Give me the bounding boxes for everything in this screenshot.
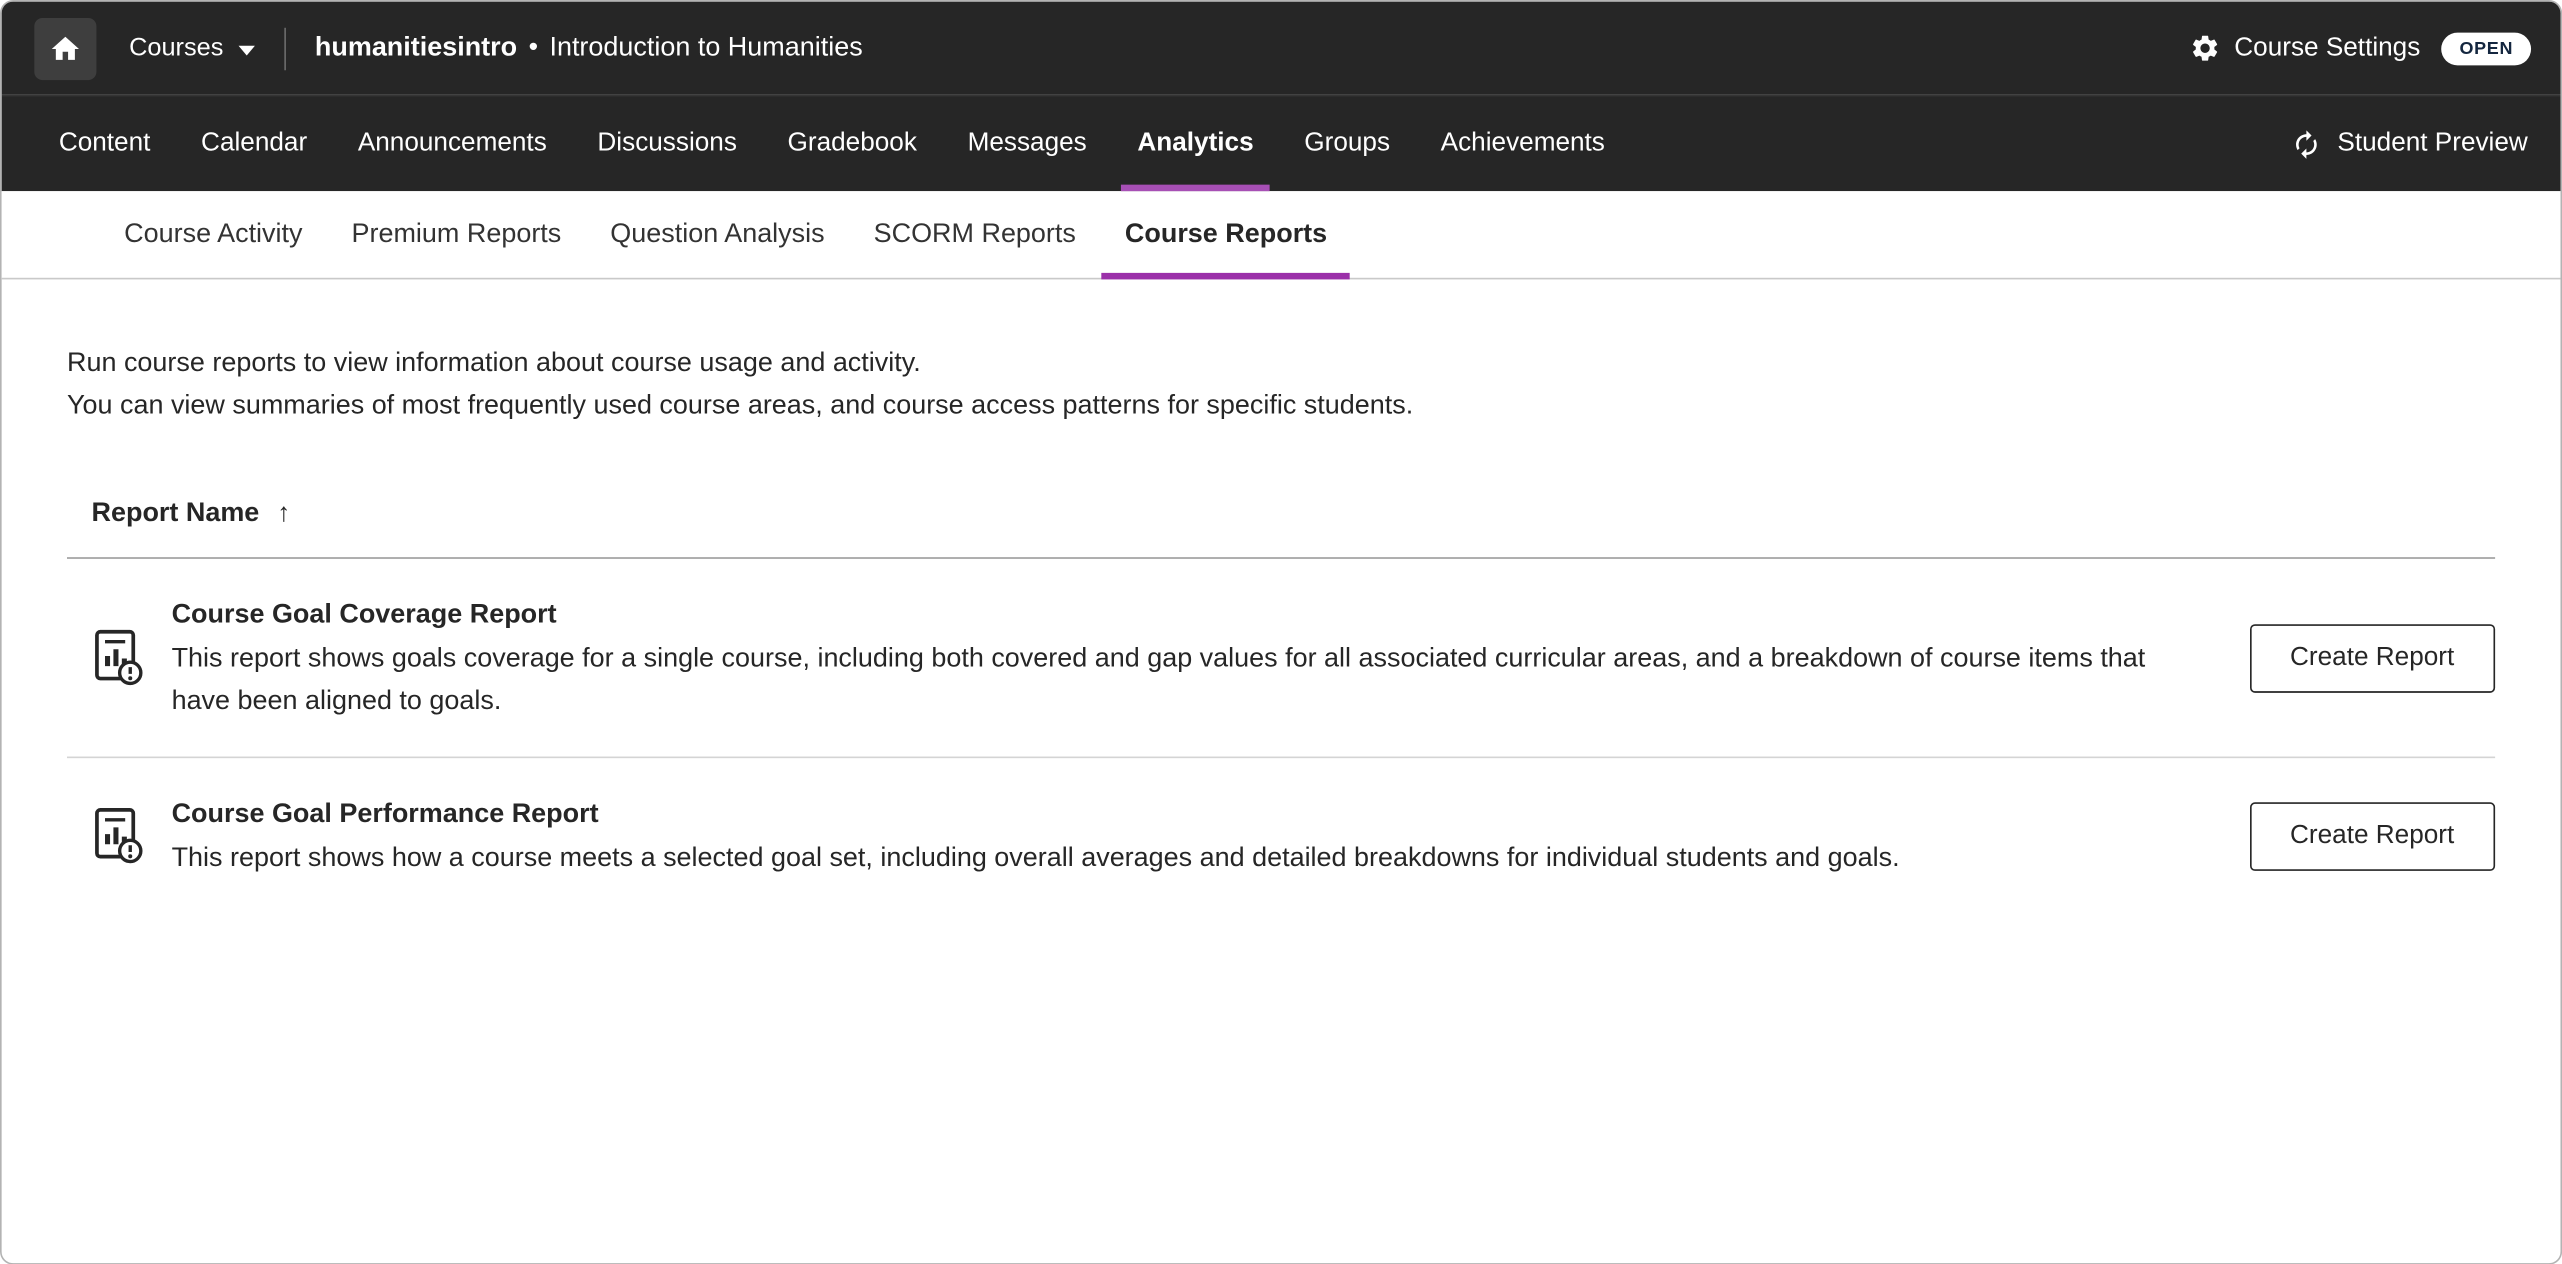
report-info: Course Goal Coverage Report This report …: [172, 593, 2250, 722]
tab-achievements[interactable]: Achievements: [1441, 96, 1605, 191]
courses-label: Courses: [129, 33, 223, 62]
report-description: This report shows how a course meets a s…: [172, 837, 2194, 879]
course-settings-link[interactable]: Course Settings: [2190, 33, 2420, 64]
report-title: Course Goal Coverage Report: [172, 593, 2194, 635]
home-button[interactable]: [34, 17, 96, 79]
subtab-course-activity[interactable]: Course Activity: [124, 191, 302, 278]
create-report-button[interactable]: Create Report: [2249, 623, 2495, 692]
tab-gradebook[interactable]: Gradebook: [788, 96, 917, 191]
subtab-scorm-reports[interactable]: SCORM Reports: [874, 191, 1076, 278]
report-icon-cell: [67, 807, 172, 864]
table-row: Course Goal Performance Report This repo…: [67, 758, 2495, 913]
course-title: Introduction to Humanities: [549, 33, 862, 62]
subtab-course-reports[interactable]: Course Reports: [1125, 191, 1327, 278]
course-nav-tabs: Content Calendar Announcements Discussio…: [59, 96, 1605, 191]
intro-line-1: Run course reports to view information a…: [67, 342, 2495, 384]
breadcrumb: humanitiesintro • Introduction to Humaniti…: [315, 33, 863, 64]
table-row: Course Goal Coverage Report This report …: [67, 559, 2495, 758]
report-icon-cell: [67, 629, 172, 686]
intro-text: Run course reports to view information a…: [67, 342, 2495, 427]
home-icon: [49, 32, 82, 65]
tab-discussions[interactable]: Discussions: [597, 96, 736, 191]
create-report-button[interactable]: Create Report: [2249, 801, 2495, 870]
tab-announcements[interactable]: Announcements: [358, 96, 547, 191]
course-settings-label: Course Settings: [2234, 33, 2420, 62]
student-preview-label: Student Preview: [2337, 129, 2527, 158]
open-status-badge[interactable]: OPEN: [2442, 32, 2532, 65]
courses-menu[interactable]: Courses: [129, 33, 254, 62]
report-info: Course Goal Performance Report This repo…: [172, 792, 2250, 879]
report-title: Course Goal Performance Report: [172, 792, 2194, 834]
subtab-question-analysis[interactable]: Question Analysis: [610, 191, 824, 278]
cycle-arrows-icon: [2292, 128, 2323, 159]
topbar-actions: Course Settings OPEN: [2190, 32, 2531, 65]
course-nav: Content Calendar Announcements Discussio…: [2, 95, 2561, 191]
separator-dot: •: [529, 33, 538, 62]
divider: [284, 27, 286, 69]
subtab-premium-reports[interactable]: Premium Reports: [352, 191, 562, 278]
chevron-down-icon: [238, 45, 254, 55]
course-page: Courses humanitiesintro • Introduction to …: [0, 0, 2562, 1264]
analytics-subnav: Course Activity Premium Reports Question…: [2, 191, 2561, 279]
course-id: humanitiesintro: [315, 33, 517, 62]
tab-calendar[interactable]: Calendar: [201, 96, 307, 191]
top-bar: Courses humanitiesintro • Introduction to …: [2, 2, 2561, 95]
intro-line-2: You can view summaries of most frequentl…: [67, 384, 2495, 426]
report-document-icon: [93, 629, 144, 686]
report-description: This report shows goals coverage for a s…: [172, 637, 2194, 722]
tab-messages[interactable]: Messages: [968, 96, 1087, 191]
tab-content[interactable]: Content: [59, 96, 151, 191]
gear-icon: [2190, 33, 2221, 64]
report-document-icon: [93, 807, 144, 864]
sort-ascending-icon: ↑: [277, 499, 290, 528]
report-name-label: Report Name: [92, 498, 260, 529]
tab-groups[interactable]: Groups: [1304, 96, 1390, 191]
course-reports-panel: Run course reports to view information a…: [2, 279, 2561, 913]
student-preview-button[interactable]: Student Preview: [2292, 96, 2528, 191]
tab-analytics[interactable]: Analytics: [1137, 96, 1253, 191]
report-table: Report Name ↑: [67, 498, 2495, 913]
report-name-header[interactable]: Report Name ↑: [67, 498, 2495, 558]
